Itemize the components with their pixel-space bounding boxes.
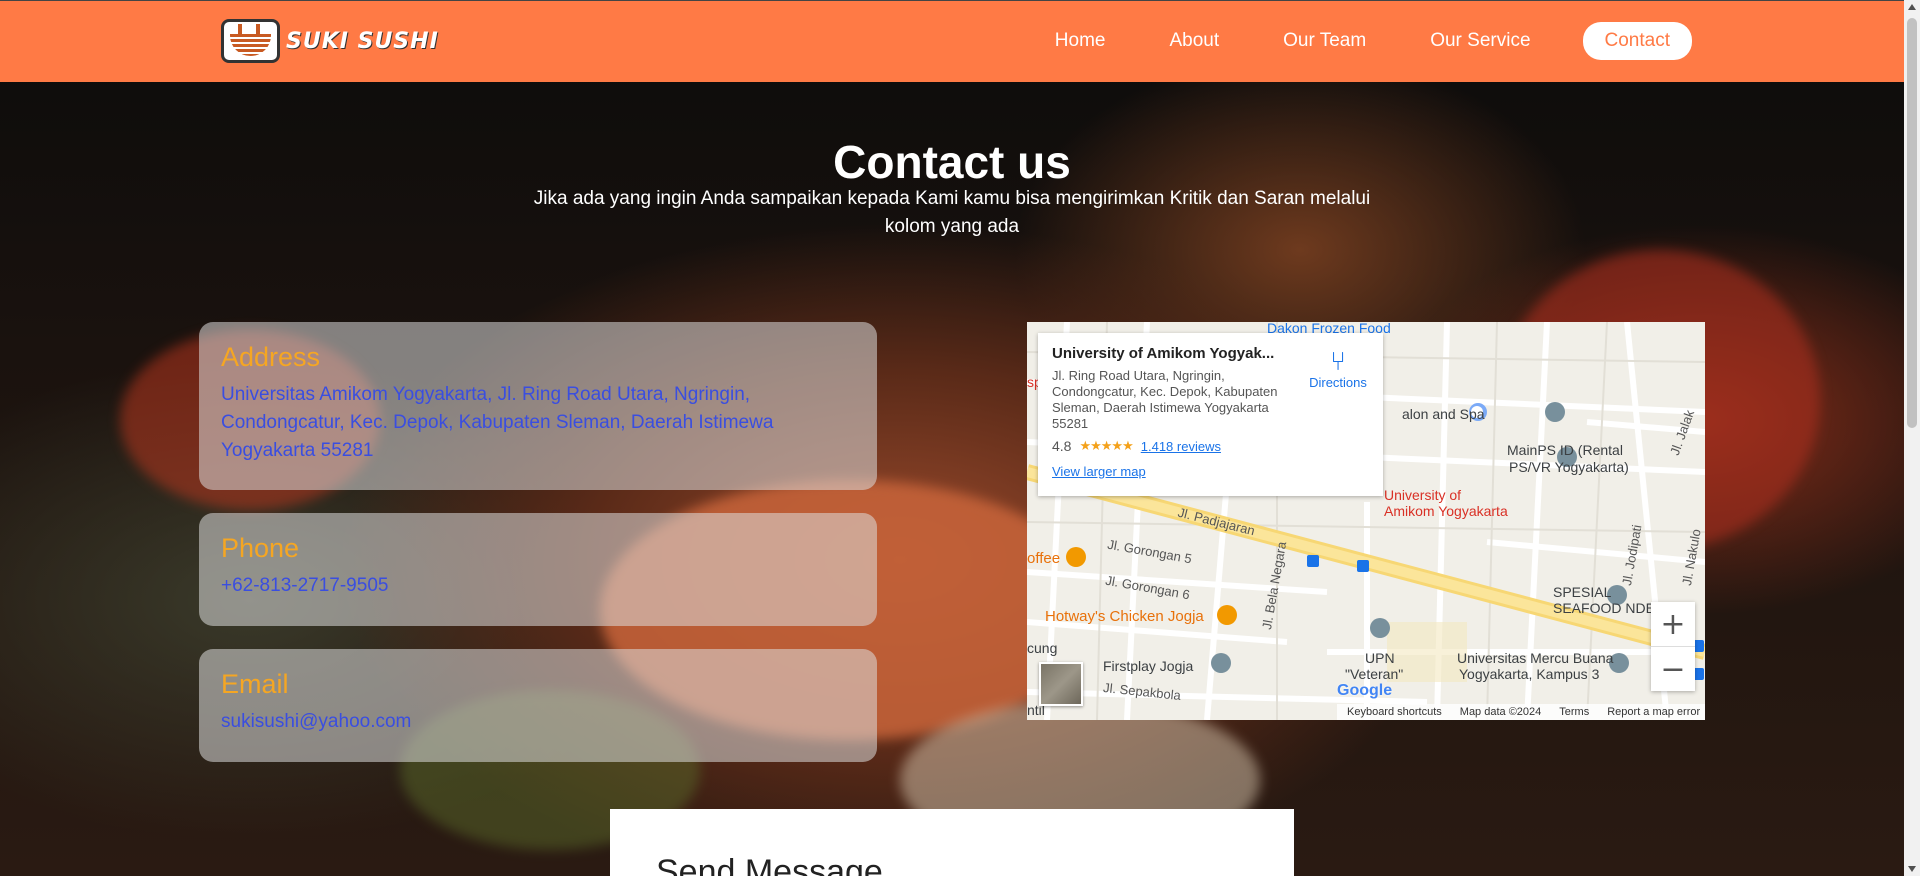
map-label-mercu-2: Yogyakarta, Kampus 3: [1459, 666, 1600, 682]
phone-title: Phone: [221, 533, 300, 563]
page-title: Contact us: [833, 136, 1071, 188]
map-reviews-link[interactable]: 1.418 reviews: [1141, 439, 1221, 454]
phone-value: +62-813-2717-9505: [221, 575, 389, 596]
report-map-error-link[interactable]: Report a map error: [1607, 706, 1700, 718]
map-place-name: University of Amikom Yogyak...: [1052, 345, 1275, 362]
scroll-down-icon[interactable]: [1908, 866, 1916, 872]
address-card: Address Universitas Amikom Yogyakarta, J…: [199, 322, 877, 490]
map-label-salon: alon and Spa: [1402, 406, 1485, 422]
map-label-mainps-1: MainPS ID (Rental: [1507, 442, 1623, 458]
view-larger-map-link[interactable]: View larger map: [1052, 464, 1369, 479]
brand-logo[interactable]: SUKI SUSHI: [221, 19, 439, 63]
map-label-university-1: University of: [1384, 487, 1462, 503]
keyboard-shortcuts-link[interactable]: Keyboard shortcuts: [1347, 706, 1442, 718]
send-message-title: Send Message: [656, 853, 883, 876]
phone-card: Phone +62-813-2717-9505: [199, 513, 877, 626]
terms-link[interactable]: Terms: [1559, 706, 1589, 718]
directions-icon: ⑂: [1330, 346, 1346, 376]
google-logo: Google: [1337, 682, 1393, 699]
nav-our-team[interactable]: Our Team: [1283, 30, 1366, 52]
email-title: Email: [221, 669, 289, 699]
navbar: SUKI SUSHI Home About Our Team Our Servi…: [0, 0, 1904, 82]
email-value: sukisushi@yahoo.com: [221, 711, 412, 732]
nav-home[interactable]: Home: [1055, 30, 1106, 52]
map-label-hotway: Hotway's Chicken Jogja: [1045, 608, 1204, 625]
map-label-spesial: SPESIAL: [1553, 584, 1612, 600]
map-zoom-controls: + −: [1651, 602, 1695, 691]
map-label-cung: cung: [1027, 640, 1058, 656]
send-message-panel: Send Message: [610, 809, 1294, 876]
star-rating-icon: ★★★★★: [1079, 438, 1133, 453]
noodle-bowl-icon: [221, 19, 280, 63]
map-label-upn-1: UPN: [1365, 650, 1395, 666]
satellite-toggle-button[interactable]: [1039, 662, 1083, 706]
directions-label: Directions: [1309, 375, 1367, 390]
map-place-address: Jl. Ring Road Utara, Ngringin, Condongca…: [1052, 368, 1278, 431]
page-subtitle: Jika ada yang ingin Anda sampaikan kepad…: [533, 188, 1371, 237]
map-place-card: University of Amikom Yogyak... Jl. Ring …: [1038, 333, 1383, 496]
map-label-coffee: offee: [1027, 550, 1061, 567]
embedded-map[interactable]: Dakon Frozen Food alon and Spa MainPS ID…: [1027, 322, 1705, 720]
zoom-in-button[interactable]: +: [1651, 602, 1695, 646]
map-label-university-2: Amikom Yogyakarta: [1384, 503, 1508, 519]
address-value: Universitas Amikom Yogyakarta, Jl. Ring …: [221, 384, 774, 461]
main-nav: Home About Our Team Our Service Contact: [991, 22, 1692, 60]
map-label-firstplay: Firstplay Jogja: [1103, 658, 1194, 674]
map-rating-value: 4.8: [1052, 438, 1072, 454]
map-data-text: Map data ©2024: [1459, 706, 1542, 718]
nav-about[interactable]: About: [1169, 30, 1219, 52]
scrollbar-thumb[interactable]: [1907, 18, 1917, 428]
map-label-upn-2: "Veteran": [1345, 666, 1404, 682]
page-scrollbar[interactable]: [1904, 0, 1920, 876]
zoom-out-button[interactable]: −: [1651, 647, 1695, 691]
map-label-mercu-1: Universitas Mercu Buana: [1457, 650, 1614, 666]
map-footer: Keyboard shortcuts Map data ©2024 Terms …: [1337, 704, 1705, 720]
directions-button[interactable]: ⑂ Directions: [1303, 347, 1373, 390]
brand-name: SUKI SUSHI: [286, 28, 439, 54]
email-card: Email sukisushi@yahoo.com: [199, 649, 877, 762]
map-rating: 4.8 ★★★★★ 1.418 reviews: [1052, 438, 1369, 454]
nav-contact[interactable]: Contact: [1582, 22, 1692, 60]
map-label-mainps-2: PS/VR Yogyakarta): [1509, 459, 1629, 475]
address-title: Address: [221, 342, 321, 372]
scroll-up-icon[interactable]: [1908, 4, 1916, 10]
nav-our-service[interactable]: Our Service: [1430, 30, 1530, 52]
